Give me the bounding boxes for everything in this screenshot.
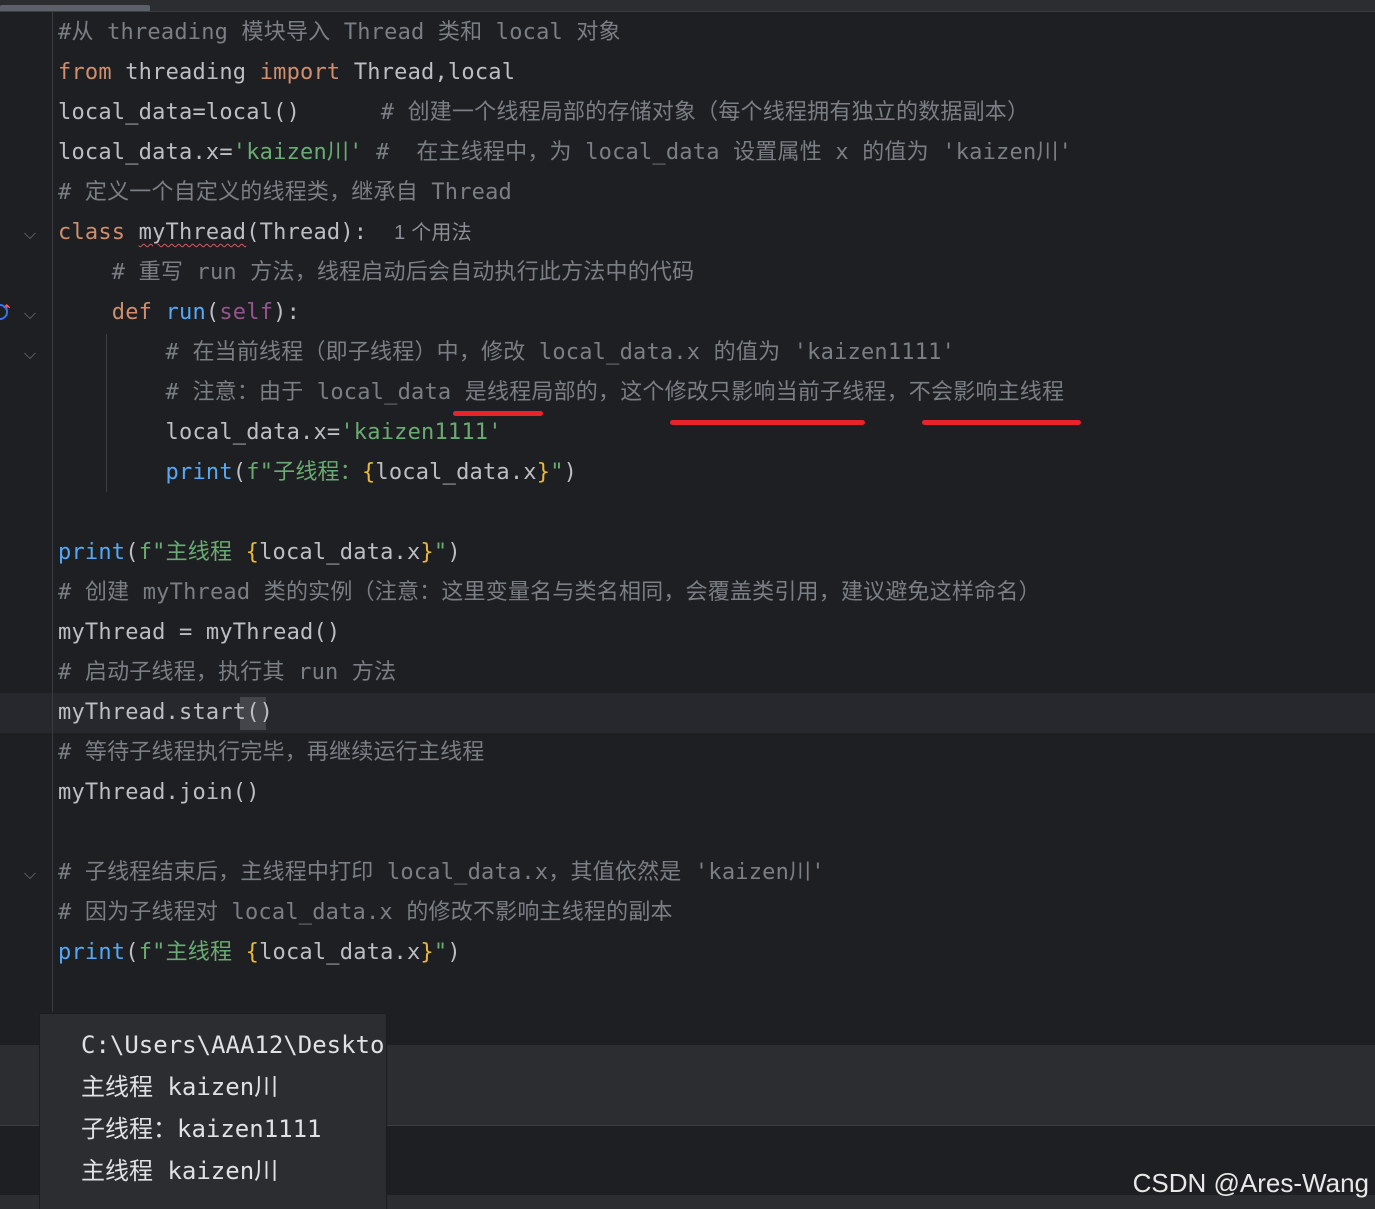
fold-comment-icon[interactable]: ⌵ [22,346,38,362]
fold-class-icon[interactable]: ⌵ [22,226,38,242]
code-token: local_data.x [375,460,537,485]
code-line[interactable]: myThread.start() [58,693,273,733]
code-token: " [433,540,448,565]
run-output-popup: C:\Users\AAA12\Desktop 主线程 kaizen川 子线程：k… [40,1014,386,1209]
code-token: (Thread): [246,220,395,245]
code-token: ) [447,940,461,965]
editor-tab-bar [0,0,1375,12]
code-line[interactable]: print(f"子线程：{local_data.x}") [58,453,577,493]
code-line[interactable]: # 子线程结束后，主线程中打印 local_data.x，其值依然是 'kaiz… [58,853,825,893]
code-token: print [58,940,126,965]
code-token: from [58,60,126,85]
code-token: local_data.x [259,540,421,565]
code-token: local_data=local() [58,100,381,125]
code-token: local_data.x= [58,140,233,165]
code-token: # 定义一个自定义的线程类，继承自 Thread [58,180,513,205]
code-token: " [550,460,564,485]
code-token: myThread [138,220,247,245]
code-token: # 注意：由于 local_data 是线程局部的，这个修改只影响当前子线程，不… [58,380,1065,405]
code-token: # 因为子线程对 local_data.x 的修改不影响主线程的副本 [58,900,673,925]
code-token: self [219,300,274,325]
code-line[interactable]: local_data=local() # 创建一个线程局部的存储对象（每个线程拥… [58,93,1029,133]
fold-comment-block-icon[interactable]: ⌵ [22,866,38,882]
code-token: #从 threading 模块导入 Thread 类和 local 对象 [58,20,621,45]
code-token: ): [273,300,301,325]
code-token: # 等待子线程执行完毕，再继续运行主线程 [58,740,485,765]
code-token: } [536,460,551,485]
fold-def-icon[interactable]: ⌵ [22,306,38,322]
code-line[interactable]: myThread = myThread() [58,613,340,653]
code-token: { [361,460,376,485]
annotation-underline-1 [453,411,543,416]
usage-hint[interactable]: 1 个用法 [394,222,472,244]
code-token: import [259,60,354,85]
annotation-underline-3 [922,420,1081,425]
code-token: 'kaizen川' [232,140,363,165]
code-token: ( [125,540,139,565]
code-line[interactable]: class myThread(Thread): 1 个用法 [58,213,472,253]
code-token: print [58,460,233,485]
code-line[interactable]: myThread.join() [58,773,260,813]
code-token: { [245,940,260,965]
code-token: ) [563,460,578,485]
code-line[interactable]: print(f"主线程 {local_data.x}") [58,933,461,973]
code-token: def [58,300,166,325]
output-line-1: 主线程 kaizen川 [81,1073,279,1101]
code-token: f"子线程： [246,460,362,485]
code-token: # 在当前线程（即子线程）中，修改 local_data.x 的值为 'kaiz… [58,340,956,365]
code-line[interactable]: # 在当前线程（即子线程）中，修改 local_data.x 的值为 'kaiz… [58,333,955,373]
code-editor[interactable]: ⌵ ⌵ ⌵ ⌵ ↑ #从 threading 模块导入 Thread 类和 lo… [0,0,1375,1209]
code-token: Thread,local [353,60,516,85]
code-line[interactable]: # 启动子线程，执行其 run 方法 [58,653,396,693]
code-line[interactable]: #从 threading 模块导入 Thread 类和 local 对象 [58,13,621,53]
code-token: # 创建一个线程局部的存储对象（每个线程拥有独立的数据副本） [380,100,1030,125]
code-line[interactable]: local_data.x='kaizen川' # 在主线程中，为 local_d… [58,133,1072,173]
output-line-2: 子线程：kaizen1111 [81,1115,322,1143]
code-token: # 重写 run 方法，线程启动后会自动执行此方法中的代码 [58,260,695,285]
output-line-path: C:\Users\AAA12\Desktop [81,1031,386,1059]
code-token: # 在主线程中，为 local_data 设置属性 x 的值为 'kaizen川… [376,140,1073,165]
code-token: class [58,220,139,245]
gutter-divider [52,12,53,1012]
code-line[interactable]: def run(self): [58,293,300,333]
tab-bar-divider [0,11,1375,12]
code-line[interactable]: local_data.x='kaizen1111' [58,413,502,453]
code-token: { [245,540,260,565]
code-token: ( [205,300,220,325]
code-line[interactable]: # 定义一个自定义的线程类，继承自 Thread [58,173,512,213]
code-line[interactable]: # 创建 myThread 类的实例（注意：这里变量名与类名相同，会覆盖类引用，… [58,573,1041,613]
code-token: run [165,300,206,325]
code-token: f"主线程 [138,940,246,965]
code-token: } [420,540,434,565]
code-token: myThread = myThread() [58,620,341,645]
code-token: print [58,540,126,565]
code-token: 'kaizen1111' [340,420,502,445]
code-token: # 子线程结束后，主线程中打印 local_data.x，其值依然是 'kaiz… [58,860,825,885]
annotation-underline-2 [670,420,865,425]
code-token: ) [447,540,461,565]
code-token: # 启动子线程，执行其 run 方法 [58,660,397,685]
csdn-watermark: CSDN @Ares-Wang [1132,1168,1369,1198]
code-line[interactable]: print(f"主线程 {local_data.x}") [58,533,461,573]
override-method-icon[interactable]: ↑ [0,298,20,324]
code-token: myThread.start() [58,700,274,725]
code-line[interactable]: from threading import Thread,local [58,53,515,93]
code-token: myThread.join() [58,780,260,805]
code-line[interactable]: # 重写 run 方法，线程启动后会自动执行此方法中的代码 [58,253,694,293]
code-token: " [433,940,448,965]
code-line[interactable]: # 因为子线程对 local_data.x 的修改不影响主线程的副本 [58,893,673,933]
code-token: local_data.x= [58,420,341,445]
code-token: ( [125,940,139,965]
code-token: local_data.x [259,940,421,965]
code-token: f"主线程 [138,540,246,565]
code-line[interactable]: # 等待子线程执行完毕，再继续运行主线程 [58,733,485,773]
output-line-3: 主线程 kaizen川 [81,1157,279,1185]
code-token: } [420,940,434,965]
code-token: # 创建 myThread 类的实例（注意：这里变量名与类名相同，会覆盖类引用，… [58,580,1041,605]
code-token: ( [232,460,247,485]
code-token: threading [125,60,260,85]
code-line[interactable]: # 注意：由于 local_data 是线程局部的，这个修改只影响当前子线程，不… [58,373,1064,413]
